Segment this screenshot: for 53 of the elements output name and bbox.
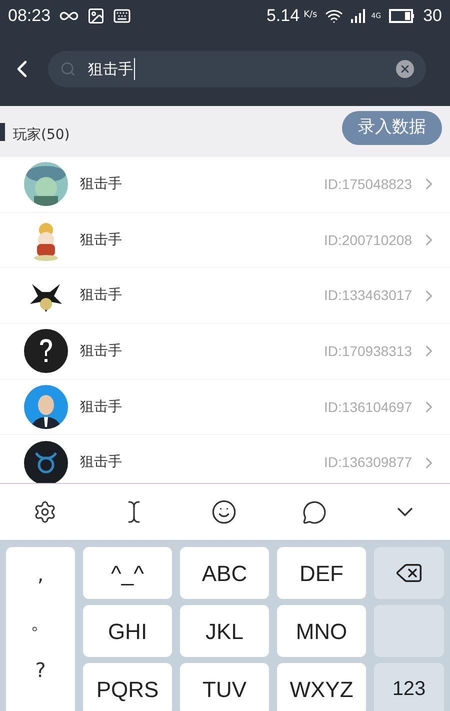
search-field[interactable]: 狙击手: [48, 51, 426, 87]
player-id: ID:170938313: [324, 342, 412, 361]
speed-unit: K/s: [304, 9, 318, 22]
signal-icon: [351, 9, 368, 23]
player-name: 狙击手: [80, 286, 122, 306]
keyboard-key[interactable]: 123: [374, 663, 444, 711]
section-marker: [0, 122, 5, 140]
player-id: ID:200710208: [324, 230, 412, 250]
player-id: ID:136104697: [324, 398, 412, 417]
player-row[interactable]: 狙击手 ID:136104697: [0, 380, 450, 436]
battery-level: 30: [423, 5, 442, 28]
image-icon: [86, 7, 105, 25]
player-name: 狙击手: [80, 230, 122, 250]
player-name: 狙击手: [80, 453, 122, 472]
keyboard-icon: [112, 7, 131, 25]
player-id: ID:136309877: [324, 453, 412, 472]
keyboard-key[interactable]: DEF: [277, 547, 366, 599]
keyboard-key[interactable]: PQRS: [83, 663, 172, 711]
player-name: 狙击手: [80, 398, 122, 417]
clear-button[interactable]: [396, 60, 414, 78]
chat-icon[interactable]: [302, 500, 326, 524]
settings-icon[interactable]: [32, 500, 56, 524]
player-name: 狙击手: [80, 342, 122, 361]
player-row[interactable]: 狙击手 ID:170938313: [0, 324, 450, 380]
punctuation-panel[interactable]: , 。 ?: [6, 547, 75, 711]
close-icon: [399, 63, 411, 75]
enter-data-button[interactable]: 录入数据: [342, 110, 442, 144]
punctuation-key[interactable]: ?: [35, 655, 46, 685]
search-text: 狙击手: [88, 58, 135, 80]
keyboard-key[interactable]: JKL: [180, 605, 269, 657]
keyboard-key[interactable]: WXYZ: [277, 663, 366, 711]
player-name: 狙击手: [80, 174, 122, 194]
player-row[interactable]: 狙击手 ID:175048823: [0, 157, 450, 213]
player-id: ID:133463017: [324, 286, 412, 306]
search-icon: [60, 61, 76, 77]
keyboard-key[interactable]: MNO: [277, 605, 366, 657]
keyboard-key[interactable]: ^_^: [83, 547, 172, 599]
player-row[interactable]: 狙击手 ID:133463017: [0, 268, 450, 324]
clock: 08:23: [8, 5, 51, 28]
emoji-icon[interactable]: [210, 499, 236, 525]
punctuation-key[interactable]: 。: [30, 607, 50, 637]
punctuation-key[interactable]: ,: [37, 559, 44, 589]
keyboard-key[interactable]: GHI: [83, 605, 172, 657]
network-speed: 5.14: [266, 5, 300, 28]
section-title: 玩家(50): [13, 126, 70, 145]
player-row[interactable]: 狙击手 ID:200710208: [0, 212, 450, 268]
player-id: ID:175048823: [324, 174, 412, 194]
keyboard-key[interactable]: TUV: [180, 663, 269, 711]
backspace-key[interactable]: [374, 547, 444, 599]
battery-icon: [389, 9, 416, 23]
keyboard-key[interactable]: ABC: [180, 547, 269, 599]
player-row[interactable]: 狙击手 ID:136309877: [0, 435, 450, 483]
wifi-icon: [325, 7, 344, 25]
